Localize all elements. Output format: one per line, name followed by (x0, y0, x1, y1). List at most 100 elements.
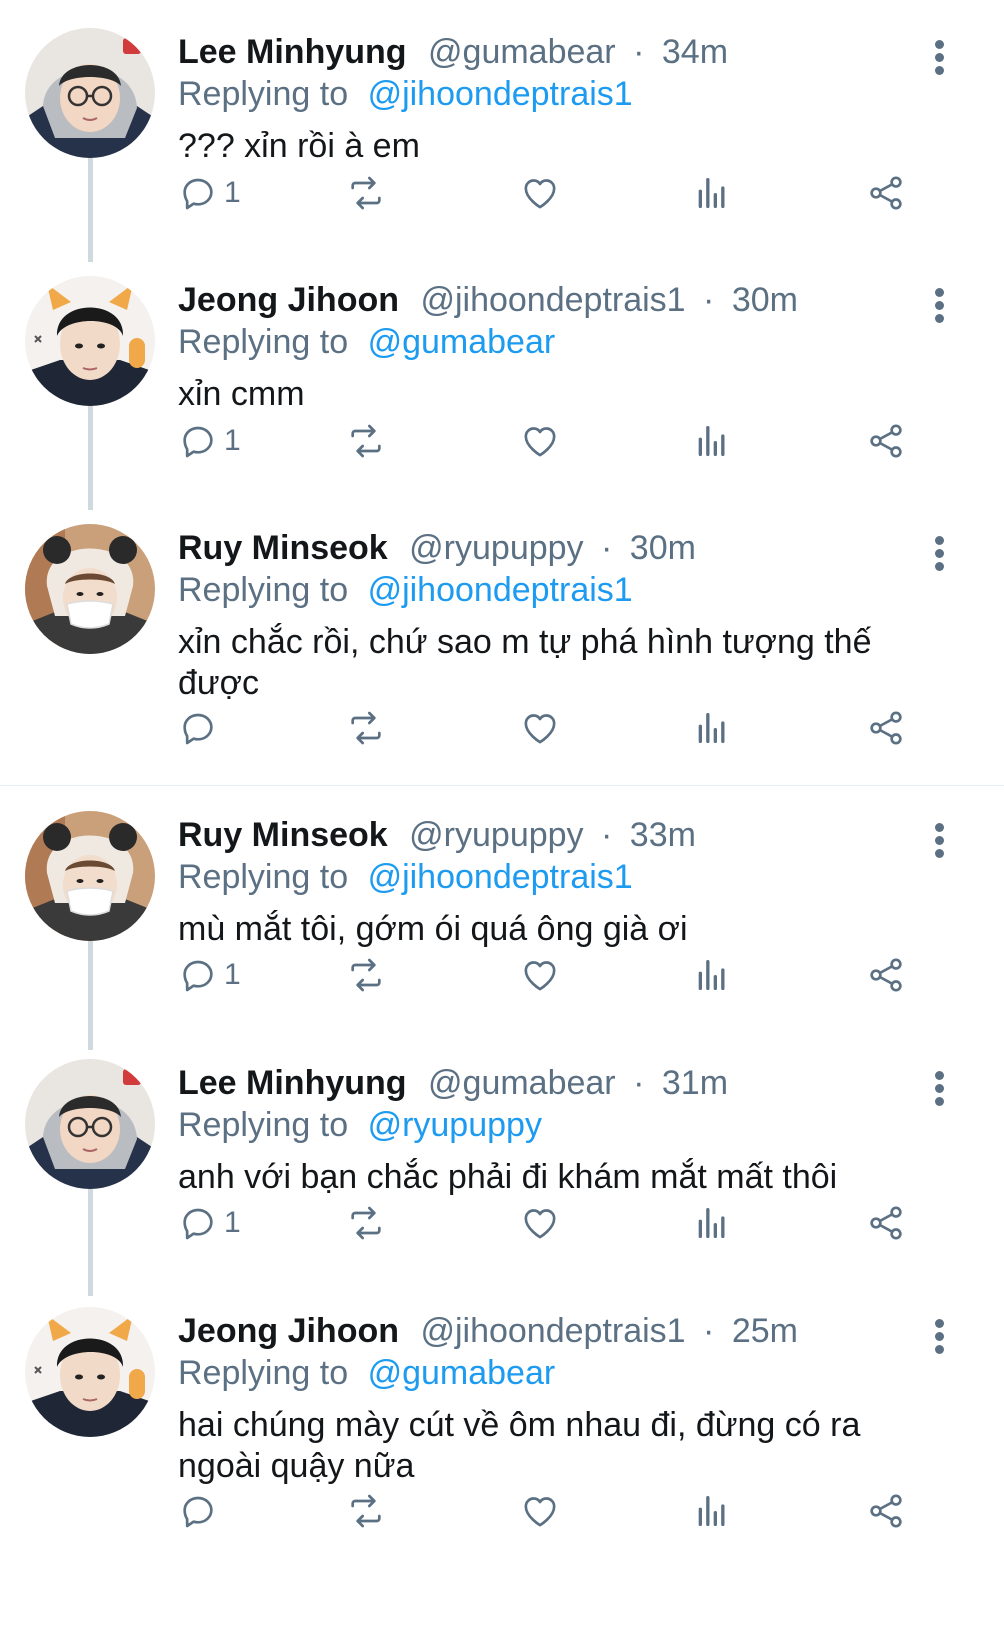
more-options-icon[interactable] (934, 288, 946, 324)
retweet-button[interactable] (346, 705, 386, 751)
tweet-header: Ruy Minseok @ryupuppy · 33m (178, 815, 696, 855)
retweet-button[interactable] (346, 952, 386, 998)
display-name[interactable]: Lee Minhyung (178, 33, 407, 71)
analytics-button[interactable] (692, 952, 732, 998)
replying-to-label: Replying to (178, 1106, 349, 1144)
reply-button[interactable] (178, 705, 224, 751)
retweet-button[interactable] (346, 170, 386, 216)
share-button[interactable] (866, 952, 906, 998)
avatar-jeong-jihoon-icon[interactable] (25, 276, 155, 406)
reply-icon (178, 1203, 218, 1243)
tweet-actions: 1 (178, 418, 938, 464)
more-options-icon[interactable] (934, 823, 946, 859)
replying-to: Replying to @gumabear (178, 322, 555, 362)
avatar-lee-minhyung-icon[interactable] (25, 28, 155, 158)
replying-to-label: Replying to (178, 858, 349, 896)
more-options-icon[interactable] (934, 1071, 946, 1107)
thread-line (88, 940, 93, 1050)
like-button[interactable] (520, 952, 560, 998)
user-handle[interactable]: @ryupuppy (409, 529, 583, 567)
tweet-text: anh với bạn chắc phải đi khám mắt mất th… (178, 1158, 838, 1196)
retweet-button[interactable] (346, 1488, 386, 1534)
user-handle[interactable]: @jihoondeptrais1 (420, 281, 685, 319)
avatar-ruy-minseok-icon[interactable] (25, 811, 155, 941)
analytics-button[interactable] (692, 1488, 732, 1534)
more-options-icon[interactable] (934, 40, 946, 76)
share-button[interactable] (866, 418, 906, 464)
display-name[interactable]: Lee Minhyung (178, 1064, 407, 1102)
analytics-button[interactable] (692, 418, 732, 464)
more-options-icon[interactable] (934, 536, 946, 572)
mention-link[interactable]: @ryupuppy (368, 1106, 542, 1144)
thread-line (88, 1188, 93, 1296)
heart-icon (520, 955, 560, 995)
share-icon (866, 421, 906, 461)
timestamp[interactable]: 33m (630, 816, 696, 854)
user-handle[interactable]: @gumabear (428, 33, 616, 71)
user-handle[interactable]: @jihoondeptrais1 (420, 1312, 685, 1350)
heart-icon (520, 421, 560, 461)
like-button[interactable] (520, 705, 560, 751)
retweet-button[interactable] (346, 1200, 386, 1246)
analytics-button[interactable] (692, 1200, 732, 1246)
like-button[interactable] (520, 418, 560, 464)
mention-link[interactable]: @jihoondeptrais1 (368, 75, 633, 113)
analytics-button[interactable] (692, 170, 732, 216)
like-button[interactable] (520, 1200, 560, 1246)
retweet-icon (346, 173, 386, 213)
share-button[interactable] (866, 170, 906, 216)
retweet-icon (346, 421, 386, 461)
reply-button[interactable]: 1 (178, 952, 241, 998)
thread-line (88, 150, 93, 262)
like-button[interactable] (520, 170, 560, 216)
retweet-button[interactable] (346, 418, 386, 464)
avatar-lee-minhyung-icon[interactable] (25, 1059, 155, 1189)
share-button[interactable] (866, 1488, 906, 1534)
replying-to-label: Replying to (178, 323, 349, 361)
avatar-ruy-minseok-icon[interactable] (25, 524, 155, 654)
user-handle[interactable]: @ryupuppy (409, 816, 583, 854)
mention-link[interactable]: @jihoondeptrais1 (368, 858, 633, 896)
tweet-header: Lee Minhyung @gumabear · 34m (178, 32, 728, 72)
timestamp[interactable]: 30m (732, 281, 798, 319)
stats-icon (692, 1491, 732, 1531)
display-name[interactable]: Jeong Jihoon (178, 281, 399, 319)
separator-dot: · (601, 816, 613, 854)
reply-count: 1 (224, 176, 241, 209)
tweet-header: Lee Minhyung @gumabear · 31m (178, 1063, 728, 1103)
mention-link[interactable]: @gumabear (368, 1354, 556, 1392)
mention-link[interactable]: @jihoondeptrais1 (368, 571, 633, 609)
share-button[interactable] (866, 1200, 906, 1246)
more-options-icon[interactable] (934, 1319, 946, 1355)
retweet-icon (346, 1203, 386, 1243)
analytics-button[interactable] (692, 705, 732, 751)
timestamp[interactable]: 31m (662, 1064, 728, 1102)
reply-icon (178, 708, 218, 748)
separator-dot: · (703, 281, 715, 319)
separator-dot: · (703, 1312, 715, 1350)
display-name[interactable]: Ruy Minseok (178, 816, 388, 854)
timestamp[interactable]: 25m (732, 1312, 798, 1350)
tweet-text: hai chúng mày cút về ôm nhau đi, đừng có… (178, 1406, 861, 1485)
reply-button[interactable]: 1 (178, 418, 241, 464)
retweet-icon (346, 955, 386, 995)
like-button[interactable] (520, 1488, 560, 1534)
tweet-actions: 1 (178, 1200, 938, 1246)
tweet-text: xỉn cmm (178, 375, 305, 413)
display-name[interactable]: Jeong Jihoon (178, 1312, 399, 1350)
user-handle[interactable]: @gumabear (428, 1064, 616, 1102)
avatar-jeong-jihoon-icon[interactable] (25, 1307, 155, 1437)
timestamp[interactable]: 34m (662, 33, 728, 71)
reply-icon (178, 421, 218, 461)
share-icon (866, 1203, 906, 1243)
timestamp[interactable]: 30m (630, 529, 696, 567)
mention-link[interactable]: @gumabear (368, 323, 556, 361)
reply-button[interactable]: 1 (178, 1200, 241, 1246)
retweet-icon (346, 708, 386, 748)
stats-icon (692, 708, 732, 748)
reply-button[interactable] (178, 1488, 224, 1534)
reply-button[interactable]: 1 (178, 170, 241, 216)
display-name[interactable]: Ruy Minseok (178, 529, 388, 567)
section-divider (0, 785, 1004, 786)
share-button[interactable] (866, 705, 906, 751)
